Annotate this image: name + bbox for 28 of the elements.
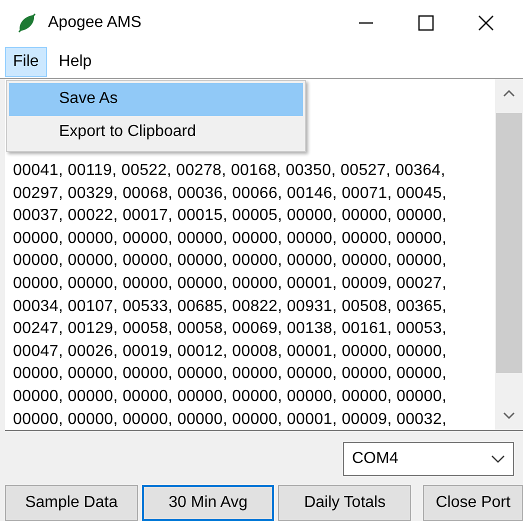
close-icon[interactable] [477, 14, 495, 32]
action-button[interactable]: Daily Totals [278, 485, 412, 521]
action-button[interactable]: 30 Min Avg [142, 485, 274, 521]
data-line: 00037, 00022, 00017, 00015, 00005, 00000, 00000, 00000, [13, 206, 448, 226]
data-line: 00000, 00000, 00000, 00000, 00000, 00001, 00009, 00027, [13, 274, 448, 294]
data-line: 00034, 00107, 00533, 00685, 00822, 00931, 00508, 00365, [13, 296, 448, 317]
scrollbar-thumb[interactable] [496, 113, 522, 373]
menu-item[interactable]: Help [50, 47, 100, 77]
window-title: Apogee AMS [48, 14, 142, 32]
leaf-icon [16, 12, 38, 34]
action-button[interactable]: Close Port [423, 485, 523, 521]
data-line: 00047, 00026, 00019, 00012, 00008, 00001, 00000, 00000, [13, 342, 448, 362]
menu-option[interactable]: Save As [9, 83, 303, 116]
data-line: 00000, 00000, 00000, 00000, 00000, 00000, 00000, 00000, [13, 228, 448, 249]
maximize-icon[interactable] [417, 14, 435, 32]
port-dropdown[interactable]: COM4 [343, 442, 514, 476]
data-line: 00000, 00000, 00000, 00000, 00000, 00000, 00000, 00000, [13, 386, 448, 407]
scrollbar[interactable] [495, 79, 523, 430]
data-line: 00000, 00000, 00000, 00000, 00000, 00000, 00000, 00000, [13, 251, 448, 272]
data-line: 00000, 00000, 00000, 00000, 00000, 00001, 00009, 00032, [13, 410, 448, 430]
data-line: 00041, 00119, 00522, 00278, 00168, 00350, 00527, 00364, [13, 161, 446, 181]
data-line: 00247, 00129, 00058, 00058, 00069, 00138, 00161, 00053, [13, 319, 448, 340]
chevron-down-icon [491, 454, 505, 464]
menu-item[interactable]: File [5, 47, 47, 77]
menu-option[interactable]: Export to Clipboard [9, 116, 303, 149]
action-button[interactable]: Sample Data [5, 485, 138, 521]
data-line: 00000, 00000, 00000, 00000, 00000, 00000, 00000, 00000, [13, 364, 448, 384]
data-line: 00297, 00329, 00068, 00036, 00066, 00146, 00071, 00045, [13, 184, 448, 204]
